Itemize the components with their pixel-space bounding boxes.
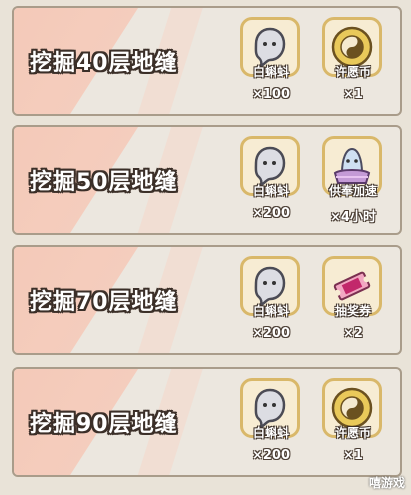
list-item: 挖掘90层地缝 白蝌蚪 ×200 许愿币 ×1 [12,367,402,477]
row-title: 挖掘90层地缝 [30,412,178,437]
list-item: 挖掘40层地缝 白蝌蚪 ×100 许愿币 ×1 [12,6,402,116]
reward-name: 白蝌蚪 [252,304,289,318]
reward-name: 许愿币 [334,426,371,440]
watermark: 嘻游戏 [368,476,405,490]
reward-slot[interactable]: 许愿币 ×1 [322,378,386,470]
reward-qty: ×200 [251,326,291,341]
reward-qty: ×2 [343,326,363,341]
reward-qty: ×1 [343,87,363,102]
reward-name: 白蝌蚪 [252,65,289,79]
reward-qty: ×200 [251,206,291,221]
reward-list: 挖掘40层地缝 白蝌蚪 ×100 许愿币 ×1 挖掘50层地缝 白蝌蚪 ×200 [0,0,411,495]
reward-qty: ×200 [251,448,291,463]
reward-name: 许愿币 [334,65,371,79]
reward-name: 白蝌蚪 [252,426,289,440]
reward-slot[interactable]: 白蝌蚪 ×200 [240,256,304,348]
row-title: 挖掘40层地缝 [30,51,178,76]
reward-qty: ×1 [343,448,363,463]
reward-slot[interactable]: 许愿币 ×1 [322,17,386,109]
reward-slot[interactable]: 供奉加速 ×4小时 [322,136,386,228]
reward-name: 白蝌蚪 [252,184,289,198]
list-item: 挖掘50层地缝 白蝌蚪 ×200 供奉加速 ×4小时 [12,125,402,235]
reward-name: 抽奖券 [334,304,371,318]
reward-slot[interactable]: 白蝌蚪 ×200 [240,378,304,470]
reward-slot[interactable]: 白蝌蚪 ×100 [240,17,304,109]
row-title: 挖掘50层地缝 [30,170,178,195]
reward-qty: ×100 [251,87,291,102]
reward-name: 供奉加速 [328,184,377,198]
list-item: 挖掘70层地缝 白蝌蚪 ×200 抽奖券 ×2 [12,245,402,355]
reward-slot[interactable]: 抽奖券 ×2 [322,256,386,348]
row-title: 挖掘70层地缝 [30,290,178,315]
reward-qty: ×4小时 [330,210,376,225]
reward-slot[interactable]: 白蝌蚪 ×200 [240,136,304,228]
